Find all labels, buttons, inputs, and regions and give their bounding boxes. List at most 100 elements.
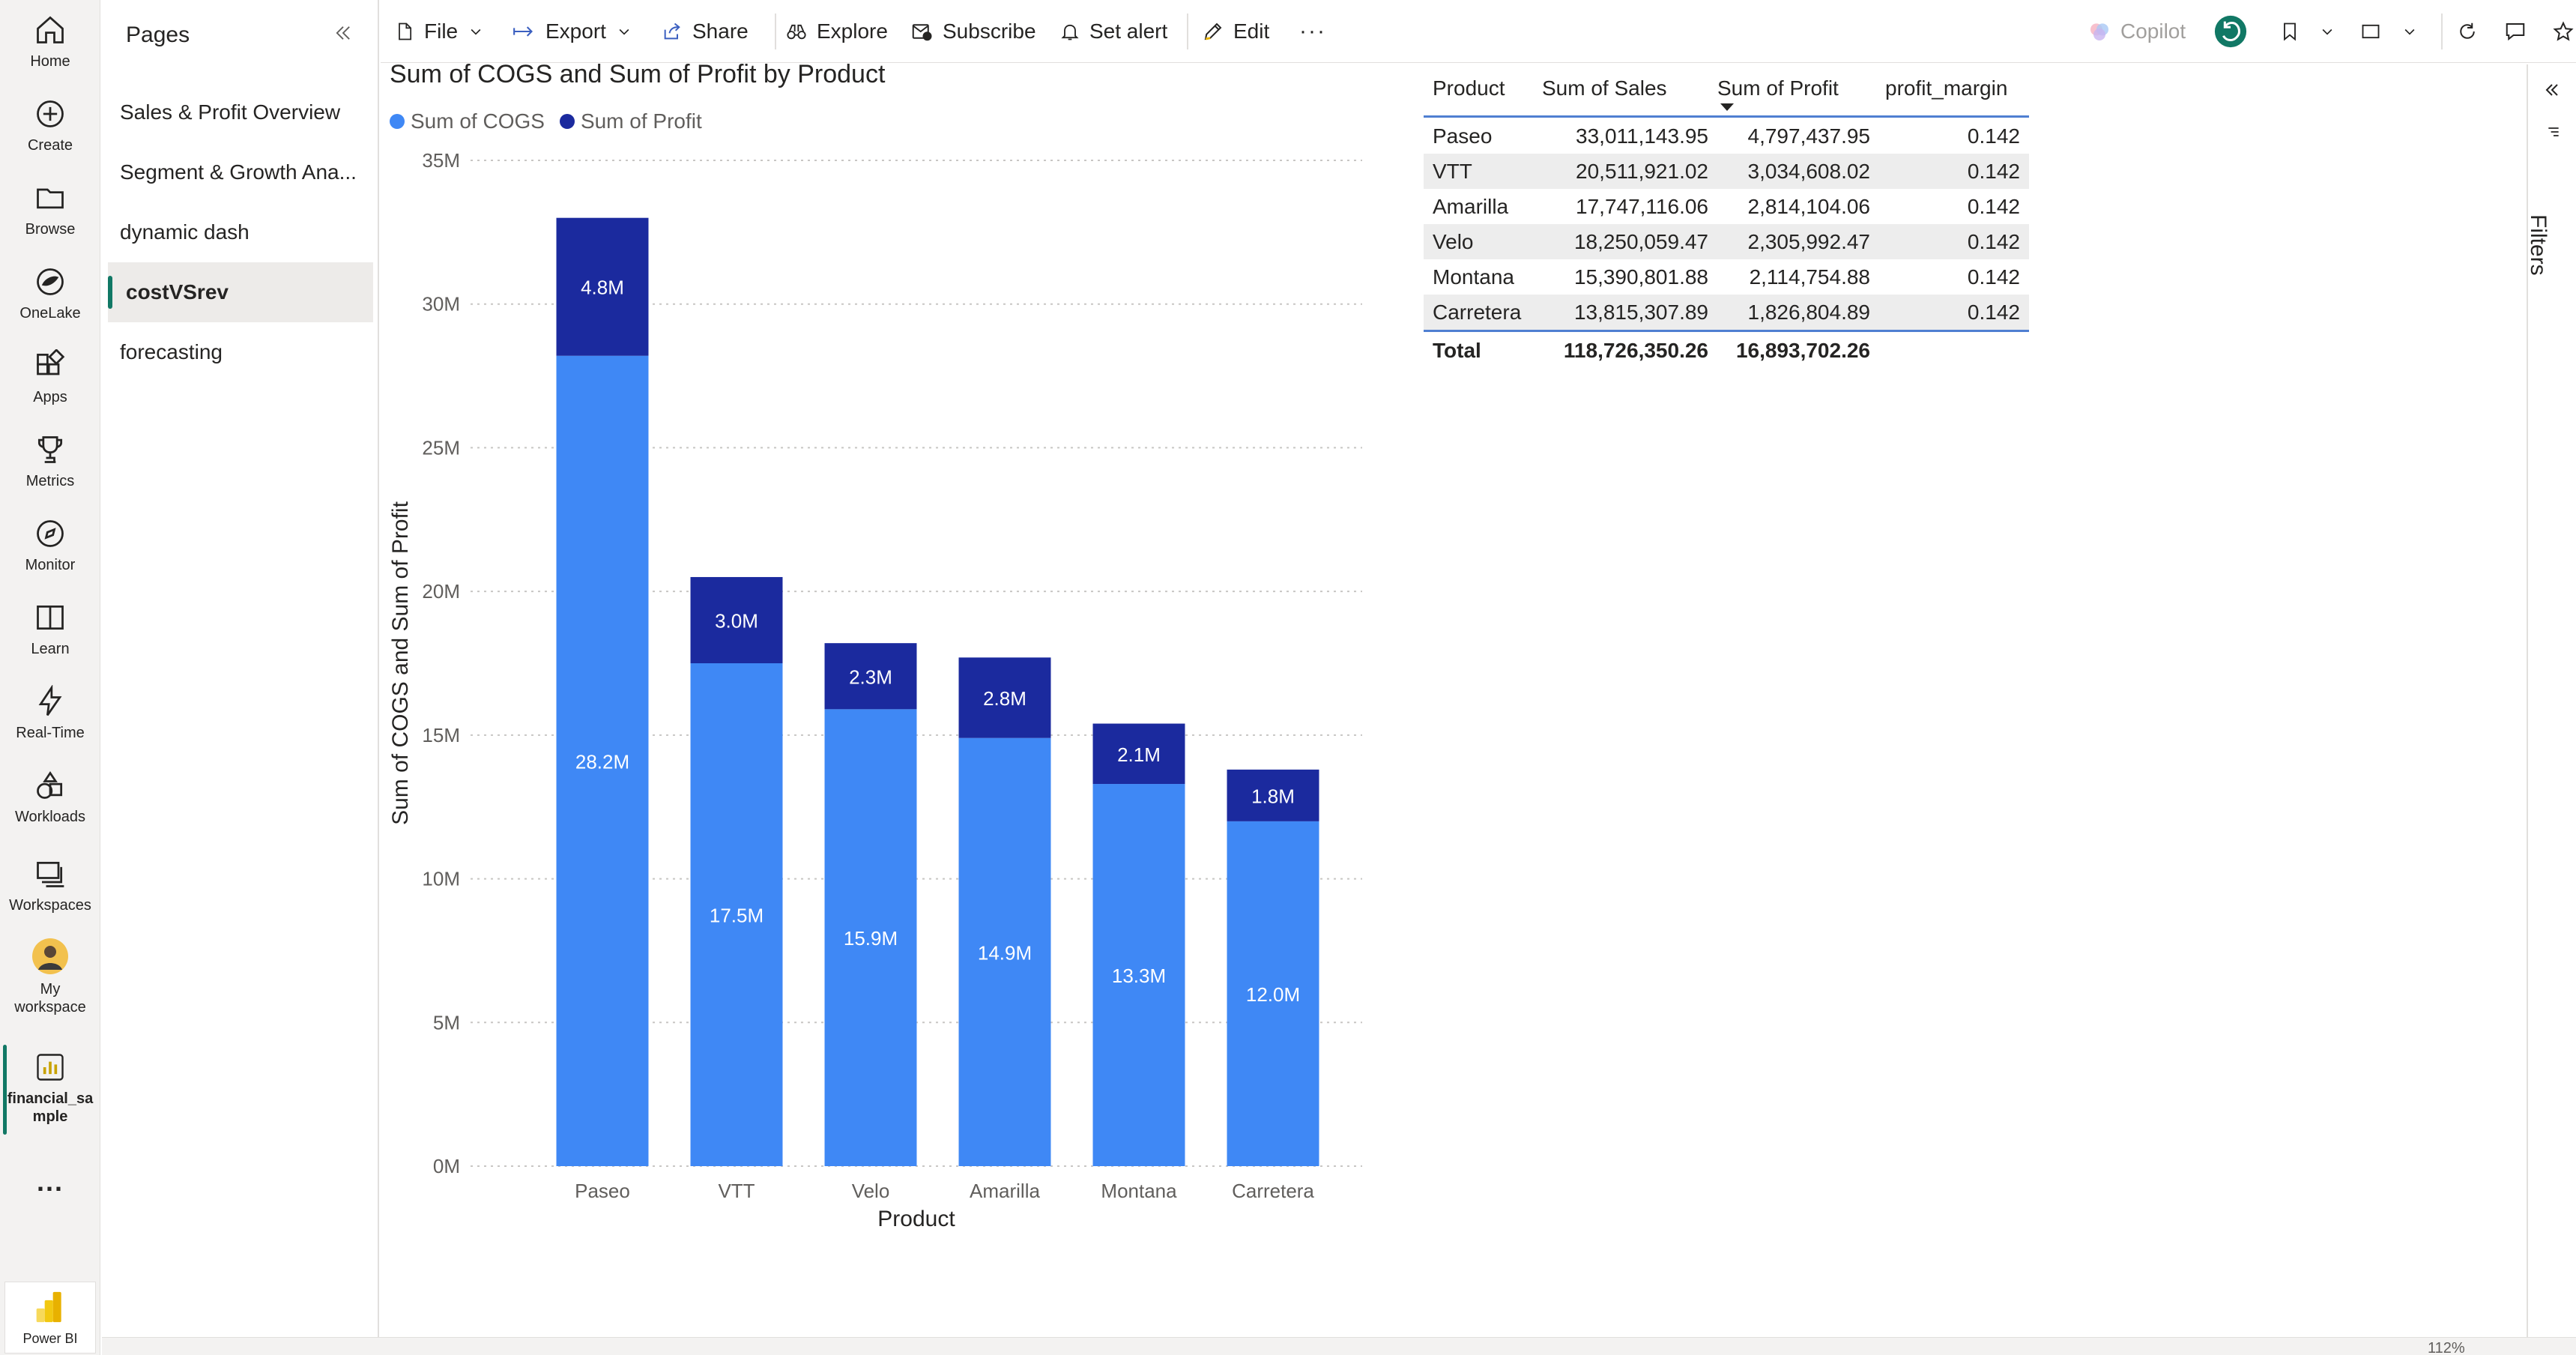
share-button[interactable]: Share bbox=[661, 0, 749, 63]
nav-metrics[interactable]: Metrics bbox=[0, 433, 100, 490]
share-label: Share bbox=[692, 19, 749, 43]
table-row[interactable]: Montana 15,390,801.88 2,114,754.88 0.142 bbox=[1424, 259, 2029, 295]
export-menu-button[interactable]: Export bbox=[511, 0, 632, 63]
cell-profit: 2,114,754.88 bbox=[1749, 265, 1870, 289]
nav-rail: Home Create Browse OneLake Apps Metrics … bbox=[0, 0, 100, 1355]
explore-label: Explore bbox=[817, 19, 888, 43]
page-tab-costvsrev[interactable]: costVSrev bbox=[108, 262, 373, 322]
chevron-down-icon bbox=[2322, 28, 2332, 35]
data-label: 14.9M bbox=[978, 941, 1032, 964]
nav-label: Workloads bbox=[14, 809, 86, 825]
stacked-bar-chart[interactable]: 0M 5M 10M 15M 20M 25M 30M 35M Sum of COGS and Su… bbox=[381, 135, 1400, 1229]
subscribe-button[interactable]: Subscribe bbox=[910, 0, 1036, 63]
comments-button[interactable] bbox=[2504, 0, 2536, 63]
nav-monitor[interactable]: Monitor bbox=[0, 517, 100, 574]
trophy-icon bbox=[37, 436, 63, 463]
more-options-button[interactable]: ··· bbox=[1299, 0, 1326, 63]
favorite-button[interactable] bbox=[2552, 0, 2576, 63]
status-bar bbox=[102, 1337, 2576, 1355]
nav-workspaces[interactable]: Workspaces bbox=[0, 857, 100, 914]
cell-margin: 0.142 bbox=[1967, 124, 2020, 148]
nav-apps[interactable]: Apps bbox=[0, 349, 100, 406]
table-row[interactable]: Amarilla 17,747,116.06 2,814,104.06 0.14… bbox=[1424, 189, 2029, 224]
legend-label-profit: Sum of Profit bbox=[580, 109, 702, 133]
nav-workloads[interactable]: Workloads bbox=[0, 769, 100, 826]
nav-financial-sample[interactable]: financial_sample bbox=[0, 1051, 100, 1126]
toolbar-separator bbox=[1187, 13, 1188, 49]
chevron-down-icon bbox=[619, 28, 629, 35]
nav-onelake[interactable]: OneLake bbox=[0, 265, 100, 322]
nav-my-workspace[interactable]: My workspace bbox=[0, 938, 100, 1016]
nav-create[interactable]: Create bbox=[0, 97, 100, 154]
cell-sales: 18,250,059.47 bbox=[1573, 230, 1708, 253]
reset-button[interactable] bbox=[2213, 0, 2257, 63]
share-icon bbox=[664, 22, 680, 40]
col-header-product[interactable]: Product bbox=[1433, 67, 1505, 115]
document-icon bbox=[399, 22, 412, 40]
cell-margin: 0.142 bbox=[1967, 160, 2020, 183]
table-row[interactable]: Velo 18,250,059.47 2,305,992.47 0.142 bbox=[1424, 224, 2029, 259]
apps-icon bbox=[37, 349, 65, 375]
shapes-icon bbox=[37, 771, 63, 799]
legend-swatch-profit bbox=[559, 114, 575, 129]
onelake-icon bbox=[37, 268, 64, 295]
data-label: 17.5M bbox=[710, 905, 764, 927]
pencil-icon bbox=[1204, 22, 1222, 40]
nav-learn[interactable]: Learn bbox=[0, 601, 100, 658]
nav-label: Metrics bbox=[25, 473, 75, 489]
refresh-button[interactable] bbox=[2456, 0, 2488, 63]
cell-margin: 0.142 bbox=[1967, 195, 2020, 218]
bookmark-button[interactable] bbox=[2279, 0, 2335, 63]
cell-product: Montana bbox=[1433, 265, 1514, 289]
file-menu-button[interactable]: File bbox=[394, 0, 483, 63]
filters-pane[interactable]: Filters bbox=[2526, 64, 2576, 1339]
cell-sales: 13,815,307.89 bbox=[1573, 301, 1708, 324]
x-tick-label: Paseo bbox=[575, 1180, 630, 1202]
home-icon bbox=[37, 16, 64, 43]
legend-swatch-cogs bbox=[390, 114, 405, 129]
nav-browse[interactable]: Browse bbox=[0, 181, 100, 238]
avatar bbox=[32, 938, 68, 974]
x-tick-label: VTT bbox=[718, 1180, 755, 1202]
legend-entry-profit[interactable]: Sum of Profit bbox=[559, 109, 702, 133]
table-row[interactable]: VTT 20,511,921.02 3,034,608.02 0.142 bbox=[1424, 154, 2029, 189]
filter-icon bbox=[2548, 127, 2559, 136]
set-alert-button[interactable]: Set alert bbox=[1059, 0, 1167, 63]
edit-button[interactable]: Edit bbox=[1202, 0, 1269, 63]
page-tab-sales-profit-overview[interactable]: Sales & Profit Overview bbox=[102, 82, 373, 142]
view-button[interactable] bbox=[2359, 0, 2417, 63]
collapse-pages-button[interactable] bbox=[333, 22, 354, 47]
explore-button[interactable]: Explore bbox=[785, 0, 888, 63]
view-rectangle-icon bbox=[2362, 24, 2380, 39]
legend-label-cogs: Sum of COGS bbox=[411, 109, 545, 133]
nav-home[interactable]: Home bbox=[0, 13, 100, 70]
page-tab-dynamic-dash[interactable]: dynamic dash bbox=[102, 202, 373, 262]
cell-product: VTT bbox=[1433, 160, 1472, 183]
power-bi-switcher[interactable]: Power BI bbox=[4, 1282, 96, 1354]
cell-profit: 2,814,104.06 bbox=[1747, 195, 1871, 218]
legend-entry-cogs[interactable]: Sum of COGS bbox=[390, 109, 545, 133]
more-nav-button[interactable]: ... bbox=[0, 1166, 100, 1198]
col-header-sum-of-profit[interactable]: Sum of Profit bbox=[1717, 67, 1839, 115]
cell-product: Velo bbox=[1433, 230, 1474, 253]
brand-label: Power BI bbox=[22, 1331, 78, 1346]
zoom-level[interactable]: 112% bbox=[2428, 1340, 2465, 1355]
table-row[interactable]: Carretera 13,815,307.89 1,826,804.89 0.1… bbox=[1424, 295, 2029, 330]
nav-real-time[interactable]: Real-Time bbox=[0, 685, 100, 742]
copilot-button[interactable]: Copilot bbox=[2087, 0, 2186, 63]
book-icon bbox=[37, 605, 64, 630]
data-label: 12.0M bbox=[1246, 983, 1300, 1006]
page-tab-segment-growth[interactable]: Segment & Growth Ana... bbox=[102, 142, 373, 202]
double-chevron-left-icon[interactable] bbox=[2543, 81, 2561, 99]
data-label: 4.8M bbox=[581, 277, 624, 299]
refresh-icon bbox=[2460, 22, 2475, 39]
table-row[interactable]: Paseo 33,011,143.95 4,797,437.95 0.142 bbox=[1424, 118, 2029, 154]
col-header-sum-of-sales[interactable]: Sum of Sales bbox=[1542, 67, 1667, 115]
col-header-profit-margin[interactable]: profit_margin bbox=[1885, 67, 2007, 115]
cell-margin: 0.142 bbox=[1967, 265, 2020, 289]
data-label: 2.8M bbox=[983, 687, 1027, 710]
nav-label: Apps bbox=[33, 389, 67, 405]
y-axis-title: Sum of COGS and Sum of Profit bbox=[388, 501, 413, 825]
page-tab-forecasting[interactable]: forecasting bbox=[102, 322, 373, 382]
comment-icon bbox=[2506, 23, 2525, 41]
